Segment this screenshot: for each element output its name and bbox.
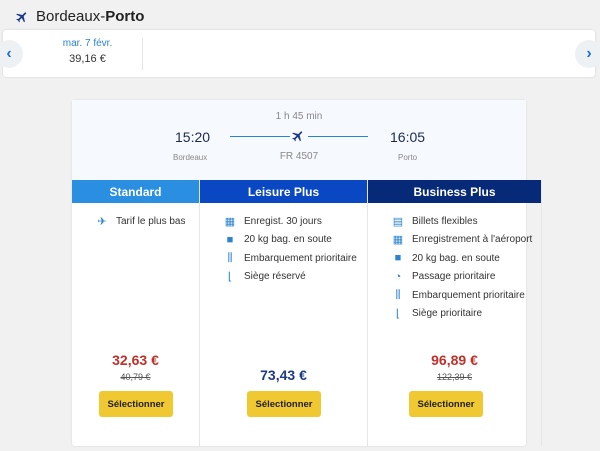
feature-item: ▦ Enregist. 30 jours [224, 212, 367, 231]
feature-label: Embarquement prioritaire [244, 252, 357, 264]
feature-item: ✈ Tarif le plus bas [96, 212, 199, 231]
arrival-time: 16:05 [390, 129, 426, 145]
destination: Porto [105, 8, 145, 25]
arrival-city: Porto [398, 153, 418, 162]
seat-icon: ⌊ [227, 271, 233, 284]
suitcase-icon: ■ [226, 233, 234, 246]
checkin-icon: ▦ [392, 234, 404, 247]
feature-label: Enregist. 30 jours [244, 215, 322, 227]
date-label: mar. 7 févr. [62, 38, 113, 49]
feature-item: ◔ Passage prioritaire [392, 268, 541, 287]
seat-icon: ⌊ [395, 308, 401, 321]
feature-item: ■ 20 kg bag. en soute [224, 231, 367, 250]
chevron-right-icon[interactable]: › [575, 40, 600, 68]
feature-label: Embarquement prioritaire [412, 289, 525, 301]
checkin-icon: ▦ [224, 215, 236, 228]
select-button[interactable]: Sélectionner [99, 391, 173, 417]
flight-info: 1 h 45 min 15:20 Bordeaux FR 4507 16:05 … [72, 100, 526, 180]
route-line [230, 136, 290, 137]
fare-header: Leisure Plus [200, 180, 367, 203]
feature-item: ▦ Enregistrement à l'aéroport [392, 231, 541, 250]
fare-columns: Standard ✈ Tarif le plus bas 32,63 € 40,79 €… [72, 180, 542, 446]
duration: 1 h 45 min [275, 111, 323, 122]
fare-header: Standard [72, 180, 199, 203]
fare-leisure-plus: Leisure Plus ▦ Enregist. 30 jours ■ 20 kg ba… [200, 180, 368, 446]
feature-item: ⌊ Siège réservé [224, 268, 367, 287]
feature-label: 20 kg bag. en soute [412, 252, 500, 264]
plane-icon [16, 11, 27, 22]
feature-item: ■ 20 kg bag. en soute [392, 249, 541, 268]
date-carousel: ‹ mar. 7 févr. 39,16 € › [0, 30, 600, 77]
plane-icon: ✈ [97, 215, 107, 228]
fare-price: 73,43 € [260, 367, 307, 383]
origin: Bordeaux [36, 8, 101, 25]
route-line [308, 136, 368, 137]
chevron-left-icon[interactable]: ‹ [0, 40, 23, 68]
plane-icon [292, 131, 303, 142]
fare-header: Business Plus [368, 180, 541, 203]
fast-track-icon: ◔ [394, 270, 402, 283]
feature-label: Billets flexibles [412, 215, 478, 227]
departure-time: 15:20 [175, 129, 211, 145]
old-price: 122,39 € [436, 372, 473, 382]
select-button[interactable]: Sélectionner [409, 391, 483, 417]
fare-price: 96,89 € [431, 352, 478, 368]
feature-label: Passage prioritaire [412, 271, 496, 283]
date-item[interactable]: mar. 7 févr. 39,16 € [33, 38, 143, 70]
select-button[interactable]: Sélectionner [247, 391, 321, 417]
feature-label: Siège prioritaire [412, 308, 483, 320]
feature-item: ▤ Billets flexibles [392, 212, 541, 231]
fare-standard: Standard ✈ Tarif le plus bas 32,63 € 40,79 €… [72, 180, 200, 446]
old-price: 40,79 € [120, 372, 151, 382]
date-price: 39,16 € [69, 53, 106, 65]
feature-label: Tarif le plus bas [116, 215, 186, 227]
feature-label: Siège réservé [244, 271, 306, 283]
feature-label: Enregistrement à l'aéroport [412, 234, 533, 246]
feature-item: ⫼ Embarquement prioritaire [224, 249, 367, 268]
feature-item: ⌊ Siège prioritaire [392, 305, 541, 324]
fare-business-plus: Business Plus ▤ Billets flexibles ▦ Enregist… [368, 180, 542, 446]
priority-boarding-icon: ⫼ [395, 288, 401, 301]
flight-number: FR 4507 [279, 151, 319, 162]
route-title: Bordeaux - Porto [14, 8, 144, 25]
feature-label: 20 kg bag. en soute [244, 234, 332, 246]
suitcase-icon: ■ [394, 252, 402, 265]
flexible-ticket-icon: ▤ [392, 215, 404, 228]
fare-price: 32,63 € [112, 352, 159, 368]
priority-boarding-icon: ⫼ [227, 251, 233, 264]
feature-item: ⫼ Embarquement prioritaire [392, 286, 541, 305]
